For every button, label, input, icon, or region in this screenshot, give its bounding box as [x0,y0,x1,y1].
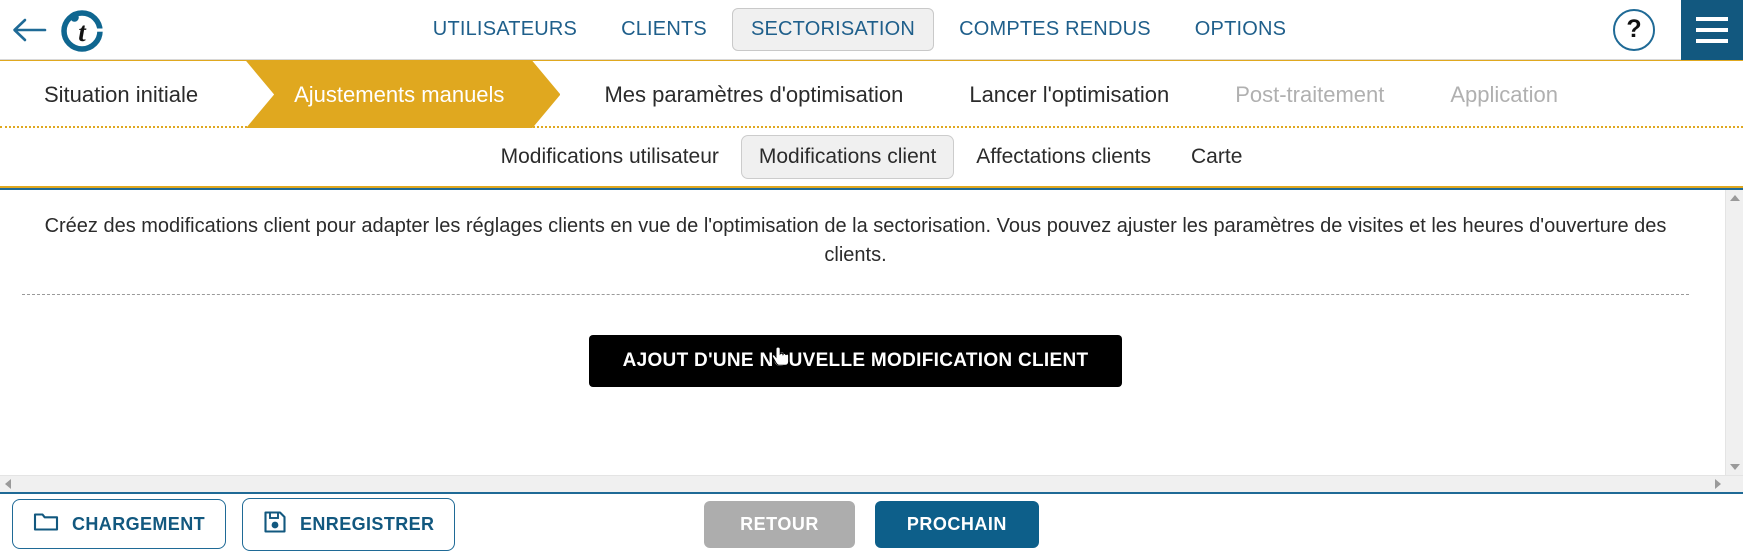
workflow-step-bar: Situation initiale Ajustements manuels M… [0,60,1743,128]
folder-icon [33,511,59,537]
page-description: Créez des modifications client pour adap… [44,215,1667,266]
horizontal-scrollbar[interactable] [0,475,1743,492]
tab-affectations-clients[interactable]: Affectations clients [958,135,1169,179]
add-new-client-modification-button[interactable]: AJOUT D'UNE NOUVELLE MODIFICATION CLIENT [588,335,1123,387]
step-ajustements-manuels[interactable]: Ajustements manuels [246,61,560,128]
content-body: Créez des modifications client pour adap… [0,190,1743,475]
header-right-controls: ? [1613,0,1743,60]
floppy-disk-icon [263,510,287,539]
nav-item-utilisateurs[interactable]: UTILISATEURS [414,8,596,51]
stepbar-dotted-divider [0,126,1743,128]
hamburger-menu-icon[interactable] [1681,0,1743,60]
scroll-left-arrow-icon[interactable] [5,479,11,489]
scroll-right-arrow-icon[interactable] [1715,479,1721,489]
chargement-button[interactable]: CHARGEMENT [12,499,226,549]
vertical-scrollbar[interactable] [1725,190,1743,475]
step-post-traitement: Post-traitement [1235,81,1385,107]
back-arrow-icon[interactable] [0,17,58,43]
nav-item-sectorisation[interactable]: SECTORISATION [731,8,935,51]
step-mes-parametres-optimisation[interactable]: Mes paramètres d'optimisation [604,61,945,128]
footer-left-group: CHARGEMENT ENREGISTRER [12,497,456,551]
enregistrer-label: ENREGISTRER [300,513,435,534]
main-navigation: UTILISATEURS CLIENTS SECTORISATION COMPT… [106,0,1613,59]
scroll-up-arrow-icon[interactable] [1729,195,1740,201]
section-divider [22,294,1689,295]
nav-item-comptes-rendus[interactable]: COMPTES RENDUS [940,8,1170,51]
sub-tab-bar: Modifications utilisateur Modifications … [0,128,1743,186]
top-header: t UTILISATEURS CLIENTS SECTORISATION COM… [0,0,1743,60]
nav-item-options[interactable]: OPTIONS [1176,8,1305,51]
hamburger-line [1696,38,1728,43]
prochain-button[interactable]: PROCHAIN [874,500,1039,548]
tab-carte[interactable]: Carte [1173,135,1260,179]
help-icon[interactable]: ? [1613,8,1655,51]
step-situation-initiale[interactable]: Situation initiale [44,61,232,128]
step-application: Application [1450,81,1558,107]
content-scroll-area: Créez des modifications client pour adap… [0,190,1725,475]
tab-modifications-client[interactable]: Modifications client [740,135,955,179]
tab-modifications-utilisateur[interactable]: Modifications utilisateur [483,135,737,179]
app-logo[interactable]: t [58,6,106,54]
step-lancer-optimisation[interactable]: Lancer l'optimisation [969,61,1211,128]
hamburger-line [1696,27,1728,32]
footer-toolbar: CHARGEMENT ENREGISTRER RETOUR PROCHAIN [0,492,1743,554]
application-window: t UTILISATEURS CLIENTS SECTORISATION COM… [0,0,1743,554]
content-panel: Créez des modifications client pour adap… [0,188,1743,492]
retour-button: RETOUR [704,500,855,548]
hamburger-line [1696,16,1728,21]
chargement-label: CHARGEMENT [72,513,205,534]
scroll-down-arrow-icon[interactable] [1729,464,1740,470]
enregistrer-button[interactable]: ENREGISTRER [242,497,456,551]
nav-item-clients[interactable]: CLIENTS [602,8,726,51]
add-button-row: AJOUT D'UNE NOUVELLE MODIFICATION CLIENT [14,335,1697,387]
content-outer: Créez des modifications client pour adap… [0,186,1743,492]
